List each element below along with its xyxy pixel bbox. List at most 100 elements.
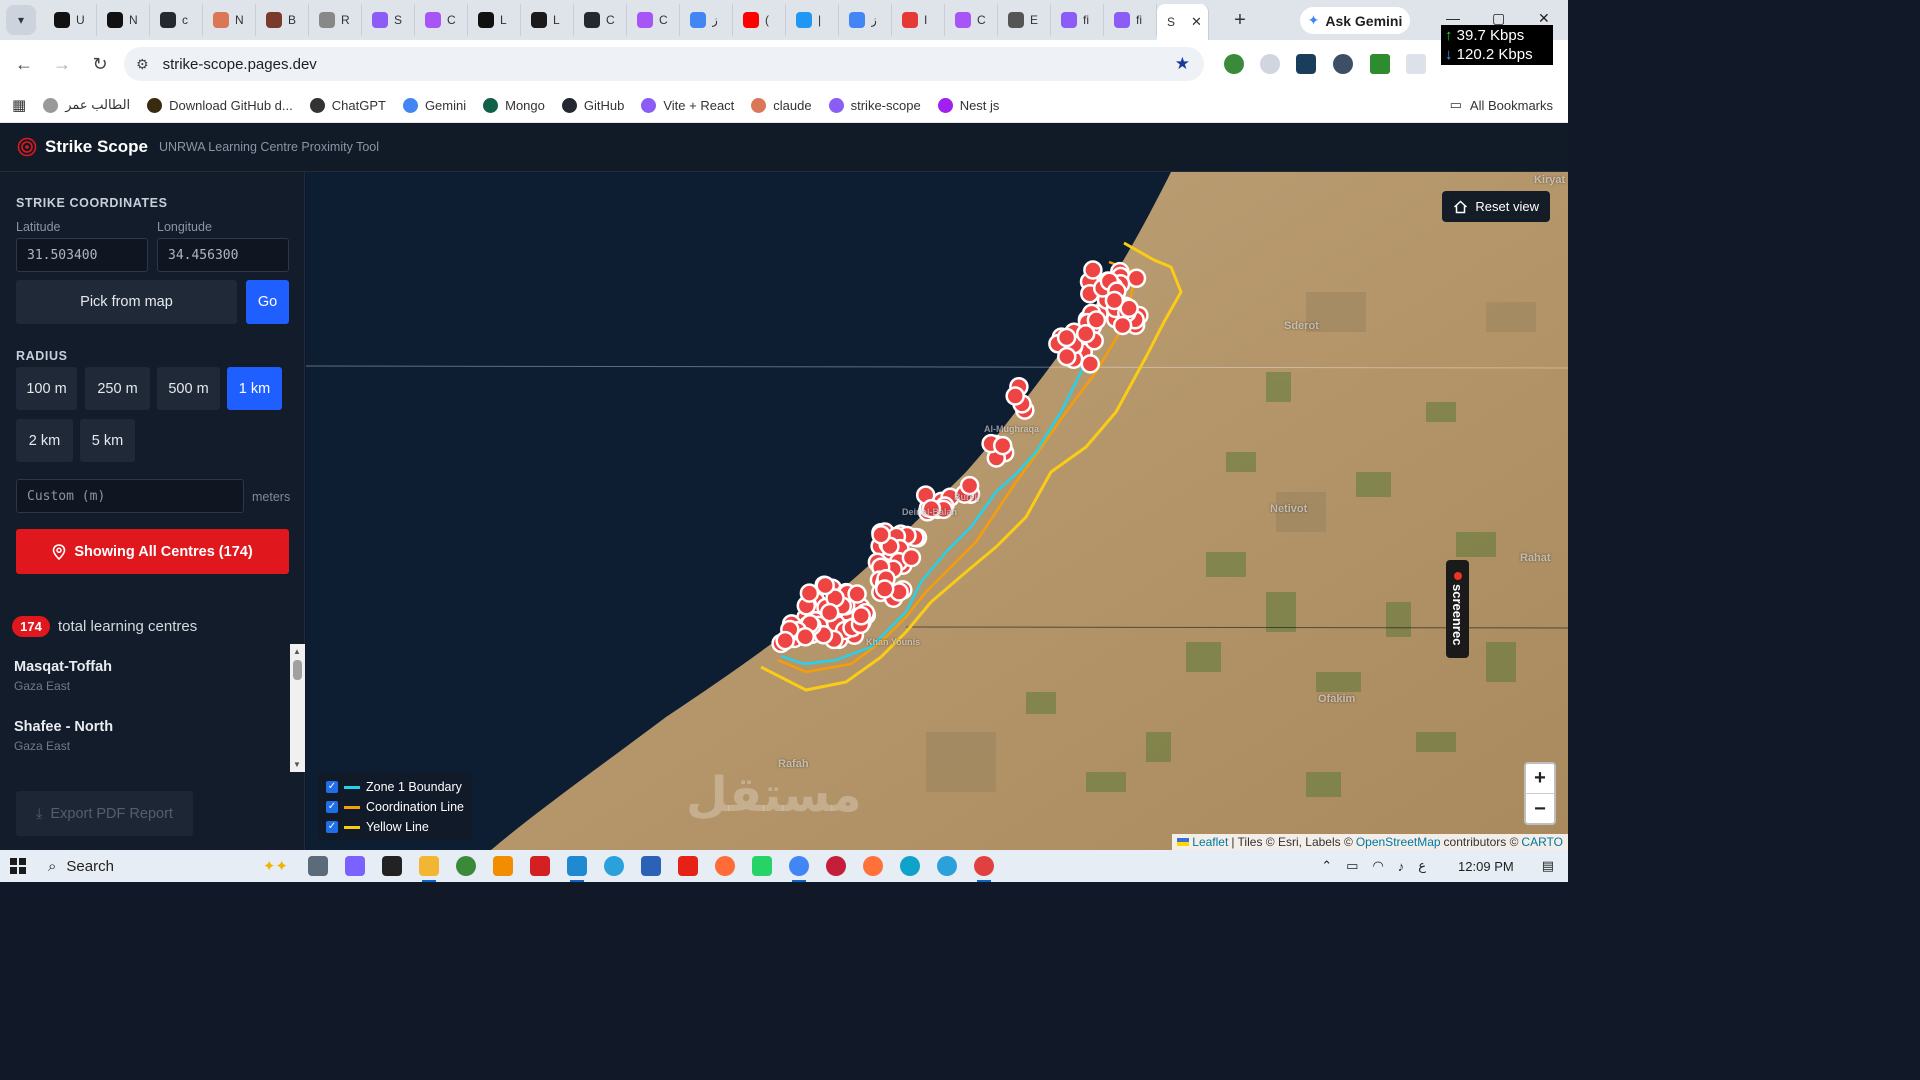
vscode-icon[interactable] bbox=[567, 856, 587, 882]
browser-tab[interactable]: L bbox=[521, 4, 574, 36]
task-view-icon[interactable] bbox=[308, 856, 328, 876]
learning-centre-marker[interactable] bbox=[1056, 327, 1077, 348]
firefox-icon[interactable] bbox=[863, 856, 883, 876]
learning-centre-marker[interactable] bbox=[1083, 260, 1103, 280]
learning-centre-marker[interactable] bbox=[815, 575, 835, 596]
browser-tab[interactable]: N bbox=[203, 4, 256, 36]
learning-centre-marker[interactable] bbox=[795, 627, 816, 647]
zoom-in-button[interactable]: + bbox=[1526, 764, 1554, 794]
windows-start-icon[interactable] bbox=[10, 858, 26, 874]
extension-globe-icon[interactable] bbox=[1224, 54, 1244, 74]
volume-icon[interactable]: ♪ bbox=[1398, 859, 1405, 874]
recorder-icon[interactable] bbox=[826, 856, 846, 876]
bookmark-item[interactable]: GitHub bbox=[561, 97, 624, 113]
apps-grid-icon[interactable]: ▦ bbox=[12, 96, 26, 114]
telegram-2-icon[interactable] bbox=[937, 856, 957, 876]
whatsapp-icon[interactable] bbox=[752, 856, 772, 876]
longitude-input[interactable]: 34.456300 bbox=[157, 238, 289, 272]
browser-tab[interactable]: I bbox=[892, 4, 945, 36]
browser-tab[interactable]: fi bbox=[1104, 4, 1157, 36]
zoom-out-button[interactable]: − bbox=[1526, 794, 1554, 824]
browser-tab[interactable]: | bbox=[786, 4, 839, 36]
bookmark-item[interactable]: claude bbox=[751, 97, 812, 113]
clock-time[interactable]: 12:09 PM bbox=[1458, 859, 1514, 874]
learning-centre-marker[interactable] bbox=[1080, 354, 1101, 374]
browser-tab[interactable]: fi bbox=[1051, 4, 1104, 36]
learning-centre-marker[interactable] bbox=[1126, 268, 1147, 289]
browser-tab[interactable]: C bbox=[945, 4, 998, 36]
carto-link[interactable]: CARTO bbox=[1521, 835, 1563, 849]
learning-centre-marker[interactable] bbox=[901, 547, 922, 568]
back-icon[interactable]: ← bbox=[6, 46, 42, 82]
extension-react-icon[interactable] bbox=[1296, 54, 1316, 74]
browser-tab[interactable]: C bbox=[574, 4, 627, 36]
browser-tab[interactable]: U bbox=[44, 4, 97, 36]
browser-tab[interactable]: ( bbox=[733, 4, 786, 36]
bookmark-item[interactable]: Vite + React bbox=[641, 97, 734, 113]
pdf-reader-icon[interactable] bbox=[530, 856, 550, 876]
browser-tab[interactable]: ز bbox=[839, 4, 892, 36]
bookmark-item[interactable]: Mongo bbox=[483, 97, 545, 113]
chrome-icon[interactable] bbox=[789, 856, 809, 882]
scroll-thumb[interactable] bbox=[293, 660, 302, 680]
wifi-icon[interactable]: ◠ bbox=[1372, 858, 1383, 874]
url-text[interactable]: strike-scope.pages.dev bbox=[163, 56, 317, 73]
new-tab-button[interactable]: + bbox=[1225, 5, 1255, 35]
learning-centre-marker[interactable] bbox=[874, 579, 895, 599]
radius-option-button[interactable]: 1 km bbox=[227, 367, 282, 410]
extensions-puzzle-icon[interactable] bbox=[1406, 54, 1426, 74]
learning-centre-marker[interactable] bbox=[851, 606, 871, 626]
forward-icon[interactable]: → bbox=[44, 46, 80, 82]
bookmark-item[interactable]: ChatGPT bbox=[309, 97, 386, 113]
pick-from-map-button[interactable]: Pick from map bbox=[16, 280, 237, 324]
learning-centre-marker[interactable] bbox=[871, 524, 891, 545]
radius-option-button[interactable]: 5 km bbox=[80, 419, 135, 462]
learning-centre-marker[interactable] bbox=[775, 630, 795, 651]
battery-icon[interactable]: ▭ bbox=[1346, 858, 1358, 874]
bookmark-item[interactable]: strike-scope bbox=[828, 97, 921, 113]
site-info-icon[interactable]: ⚙ bbox=[136, 56, 149, 73]
osm-link[interactable]: OpenStreetMap bbox=[1356, 835, 1441, 849]
learning-centre-marker[interactable] bbox=[1075, 323, 1096, 344]
radius-option-button[interactable]: 250 m bbox=[85, 367, 150, 410]
legend-row[interactable]: ✓ Coordination Line bbox=[326, 797, 464, 817]
map-view[interactable]: Kiryat Sderot Netivot Rahat Ofakim Rafah… bbox=[306, 172, 1568, 850]
leaflet-link[interactable]: Leaflet bbox=[1192, 835, 1228, 849]
browser-tab[interactable]: c bbox=[150, 4, 203, 36]
legend-row[interactable]: ✓ Zone 1 Boundary bbox=[326, 777, 464, 797]
active-browser-tab[interactable]: S ✕ bbox=[1157, 4, 1209, 40]
centre-list-item[interactable]: Shafee - North Gaza East bbox=[0, 704, 305, 764]
radius-option-button[interactable]: 100 m bbox=[16, 367, 77, 410]
radius-option-button[interactable]: 500 m bbox=[157, 367, 220, 410]
browser-tab[interactable]: L bbox=[468, 4, 521, 36]
chrome-2-icon[interactable] bbox=[974, 856, 994, 882]
browser-tab[interactable]: S bbox=[362, 4, 415, 36]
scroll-down-icon[interactable]: ▼ bbox=[293, 760, 301, 769]
learning-centre-marker[interactable] bbox=[1112, 315, 1133, 336]
browser-tab[interactable]: C bbox=[415, 4, 468, 36]
youtube-icon[interactable] bbox=[678, 856, 698, 876]
bookmark-item[interactable]: الطالب عمر bbox=[43, 97, 130, 113]
legend-checkbox[interactable]: ✓ bbox=[326, 801, 338, 813]
extension-download-icon[interactable] bbox=[1370, 54, 1390, 74]
notification-icon[interactable]: ▤ bbox=[1542, 858, 1554, 874]
reset-view-button[interactable]: Reset view bbox=[1442, 191, 1550, 222]
ask-gemini-button[interactable]: ✦ Ask Gemini bbox=[1300, 7, 1410, 34]
learning-centre-marker[interactable] bbox=[1057, 346, 1077, 367]
close-tab-icon[interactable]: ✕ bbox=[1191, 14, 1202, 30]
centre-list-item[interactable]: Masqat-Toffah Gaza East bbox=[0, 644, 305, 704]
learning-centre-marker[interactable] bbox=[1005, 386, 1025, 406]
centre-list[interactable]: Masqat-Toffah Gaza East Shafee - North Gaza… bbox=[0, 644, 305, 772]
postman-icon[interactable] bbox=[715, 856, 735, 876]
bookmark-star-icon[interactable]: ★ bbox=[1175, 54, 1190, 74]
file-explorer-icon[interactable] bbox=[419, 856, 439, 882]
legend-checkbox[interactable]: ✓ bbox=[326, 781, 338, 793]
taskbar-search[interactable]: ⌕ Search ✦✦ bbox=[48, 857, 288, 876]
minimize-icon[interactable]: — bbox=[1446, 10, 1460, 26]
bookmark-item[interactable]: Download GitHub d... bbox=[147, 97, 293, 113]
legend-checkbox[interactable]: ✓ bbox=[326, 821, 338, 833]
powershell-icon[interactable] bbox=[641, 856, 661, 876]
learning-centre-marker[interactable] bbox=[1104, 290, 1125, 311]
learning-centre-marker[interactable] bbox=[819, 602, 840, 623]
custom-radius-input[interactable]: Custom (m) bbox=[16, 479, 244, 513]
